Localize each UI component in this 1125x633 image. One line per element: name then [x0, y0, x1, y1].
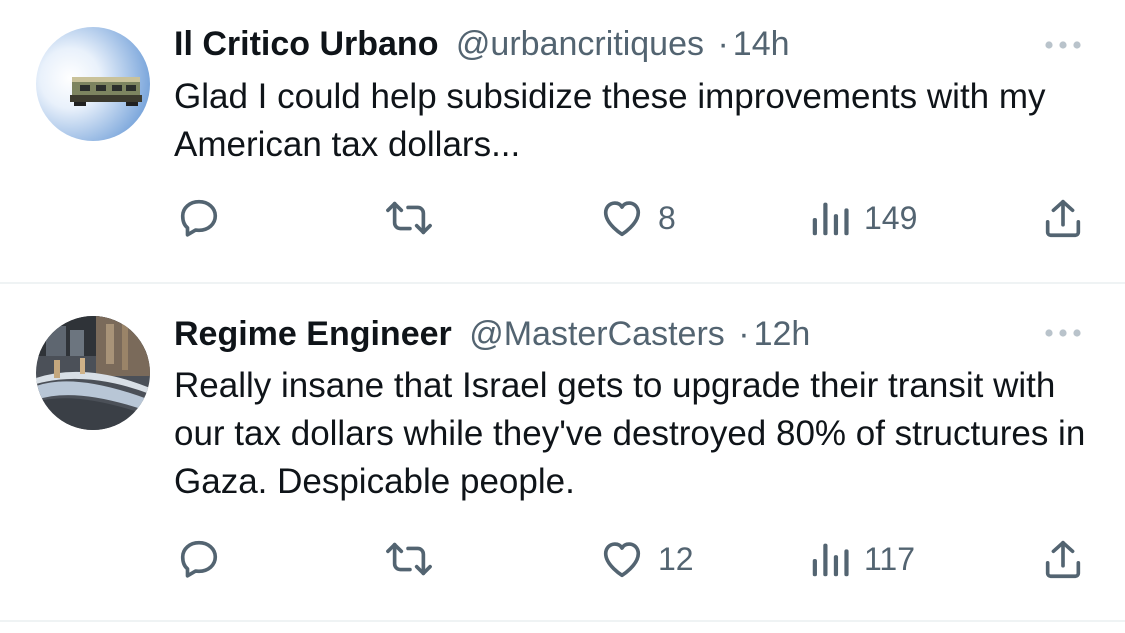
display-name[interactable]: Regime Engineer	[174, 315, 452, 353]
tweet-header: Il Critico Urbano @urbancritiques · 14h	[174, 20, 790, 68]
reply-icon	[176, 536, 222, 582]
more-icon[interactable]	[1041, 318, 1085, 348]
like-button[interactable]: 12	[598, 534, 694, 584]
retweet-button[interactable]	[384, 534, 446, 584]
avatar[interactable]	[36, 27, 150, 141]
retweet-button[interactable]	[384, 193, 446, 243]
separator-dot: ·	[717, 25, 729, 63]
timestamp[interactable]: 12h	[754, 315, 811, 353]
reply-icon	[176, 195, 222, 241]
retweet-icon	[384, 195, 434, 241]
views-icon	[808, 195, 852, 241]
share-icon	[1040, 536, 1086, 582]
user-handle[interactable]: @urbancritiques	[456, 25, 704, 63]
view-count: 149	[864, 199, 918, 236]
display-name[interactable]: Il Critico Urbano	[174, 25, 438, 63]
like-count: 8	[658, 199, 676, 236]
tweet-text: Glad I could help subsidize these improv…	[174, 77, 1046, 164]
more-icon[interactable]	[1041, 30, 1085, 60]
tweet-header: Regime Engineer @MasterCasters · 12h	[174, 310, 810, 358]
tweet[interactable]: Regime Engineer @MasterCasters · 12h Real…	[0, 284, 1125, 620]
views-icon	[808, 536, 852, 582]
divider	[0, 620, 1125, 622]
retweet-icon	[384, 536, 434, 582]
views-button[interactable]: 149	[808, 193, 917, 243]
tweet[interactable]: Il Critico Urbano @urbancritiques · 14h G…	[0, 0, 1125, 283]
timestamp[interactable]: 14h	[733, 25, 790, 63]
heart-icon	[598, 536, 646, 582]
reply-button[interactable]	[176, 534, 234, 584]
like-count: 12	[658, 540, 694, 577]
share-button[interactable]	[1040, 534, 1086, 584]
tweet-text: Really insane that Israel gets to upgrad…	[174, 366, 1086, 501]
view-count: 117	[864, 540, 916, 577]
like-button[interactable]: 8	[598, 193, 676, 243]
tweet-actions: 12 117	[0, 534, 1125, 584]
views-button[interactable]: 117	[808, 534, 915, 584]
separator-dot: ·	[738, 315, 750, 353]
user-handle[interactable]: @MasterCasters	[469, 315, 725, 353]
reply-button[interactable]	[176, 193, 234, 243]
heart-icon	[598, 195, 646, 241]
tweet-actions: 8 149	[0, 193, 1125, 243]
avatar[interactable]	[36, 316, 150, 430]
share-icon	[1040, 195, 1086, 241]
share-button[interactable]	[1040, 193, 1086, 243]
